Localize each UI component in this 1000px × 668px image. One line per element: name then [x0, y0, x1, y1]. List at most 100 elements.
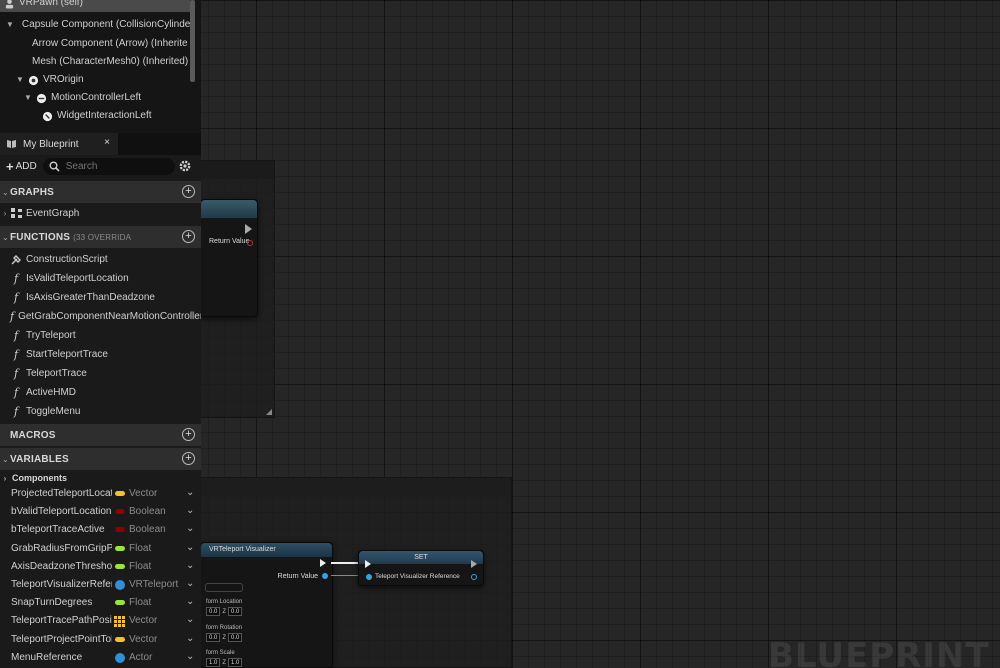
overridable-count[interactable]: (33 OVERRIDABLE)	[73, 233, 131, 242]
gear-icon[interactable]	[178, 159, 192, 173]
variable-item[interactable]: MenuReference Actor ⌄	[0, 649, 201, 667]
return-value-pin[interactable]	[322, 573, 328, 579]
function-item[interactable]: f GetGrabComponentNearMotionController	[0, 307, 201, 326]
chevron-down-icon[interactable]: ⌄	[186, 542, 194, 553]
variable-type[interactable]: Actor	[129, 652, 152, 663]
tree-item-label: Arrow Component (Arrow) (Inherited)	[32, 38, 188, 49]
chevron-down-icon[interactable]: ⌄	[186, 560, 194, 571]
variable-item[interactable]: AxisDeadzoneThreshold Float ⌄	[0, 558, 201, 576]
tree-item-vrpawn[interactable]: VRPawn (self)	[0, 0, 190, 12]
add-variable-icon[interactable]: +	[182, 452, 195, 465]
graph-item-eventgraph[interactable]: › EventGraph	[0, 204, 201, 223]
chevron-down-icon[interactable]: ⌄	[186, 596, 194, 607]
function-item[interactable]: ConstructionScript	[0, 250, 201, 269]
get-teleport-visualizer-node[interactable]: VRTeleport Visualizer Return Value form …	[200, 542, 333, 668]
variable-type[interactable]: VRTeleport	[129, 579, 178, 590]
function-item[interactable]: f TryTeleport	[0, 326, 201, 345]
rotation-z-input[interactable]: 0.0	[228, 633, 243, 642]
variable-item[interactable]: TeleportVisualizerReference VRTeleport ⌄	[0, 576, 201, 594]
variable-type[interactable]: Vector	[129, 488, 157, 499]
components-scrollbar[interactable]	[190, 0, 195, 82]
rotation-x-input[interactable]: 0.0	[206, 633, 221, 642]
function-icon: f	[13, 405, 19, 418]
variable-type[interactable]: Vector	[129, 615, 157, 626]
resize-grip-icon[interactable]	[266, 409, 272, 415]
tree-item-widgetinteractionleft[interactable]: WidgetInteractionLeft	[42, 107, 188, 125]
add-graph-icon[interactable]: +	[182, 185, 195, 198]
chevron-down-icon[interactable]: ⌄	[186, 505, 194, 516]
tab-my-blueprint[interactable]: My Blueprint ×	[0, 133, 118, 155]
function-item[interactable]: f IsAxisGreaterThanDeadzone	[0, 288, 201, 307]
chevron-right-icon[interactable]: ›	[1, 209, 9, 218]
chevron-down-icon[interactable]: ⌄	[186, 614, 194, 625]
exec-out-pin[interactable]	[471, 560, 477, 568]
variable-category-components[interactable]: › Components	[0, 470, 201, 486]
variable-type[interactable]: Boolean	[129, 524, 166, 535]
chevron-down-icon[interactable]: ⌄	[1, 233, 10, 242]
variable-type[interactable]: Float	[129, 597, 151, 608]
scale-z-input[interactable]: 1.0	[228, 658, 243, 667]
chevron-down-icon[interactable]: ⌄	[186, 523, 194, 534]
add-function-icon[interactable]: +	[182, 230, 195, 243]
function-item[interactable]: f TeleportTrace	[0, 364, 201, 383]
search-box[interactable]	[42, 157, 175, 175]
pawn-icon	[5, 0, 14, 9]
chevron-down-icon[interactable]: ▼	[16, 71, 24, 89]
output-pin[interactable]	[471, 574, 477, 580]
chevron-down-icon[interactable]: ⌄	[1, 455, 10, 464]
variable-type[interactable]: Vector	[129, 634, 157, 645]
variable-item[interactable]: TeleportTracePathPositions Vector ⌄	[0, 612, 201, 630]
chevron-down-icon[interactable]: ⌄	[186, 651, 194, 662]
return-value-label: Return Value	[209, 238, 250, 245]
function-item[interactable]: f ActiveHMD	[0, 383, 201, 402]
section-graphs[interactable]: ⌄ GRAPHS +	[0, 181, 201, 203]
close-icon[interactable]: ×	[104, 137, 110, 148]
tree-item-motioncontrollerleft[interactable]: ▼ MotionControllerLeft	[24, 89, 188, 107]
scale-x-input[interactable]: 1.0	[206, 658, 221, 667]
exec-in-pin[interactable]	[365, 560, 371, 568]
chevron-down-icon[interactable]: ⌄	[186, 487, 194, 498]
class-selector[interactable]	[205, 583, 243, 592]
input-pin[interactable]	[366, 574, 372, 580]
variable-name: bTeleportTraceActive	[11, 524, 105, 536]
exec-out-pin[interactable]	[245, 224, 252, 234]
variable-item[interactable]: ProjectedTeleportLocation Vector ⌄	[0, 485, 201, 503]
tree-item-label: MotionControllerLeft	[51, 92, 142, 103]
node-header: SET	[359, 551, 483, 564]
tree-item-capsule[interactable]: ▼ Capsule Component (CollisionCylinder)	[6, 16, 190, 34]
exec-out-pin[interactable]	[320, 559, 326, 567]
chevron-down-icon[interactable]: ⌄	[1, 188, 10, 197]
variable-type[interactable]: Float	[129, 561, 151, 572]
function-item[interactable]: f IsValidTeleportLocation	[0, 269, 201, 288]
location-z-input[interactable]: 0.0	[228, 607, 243, 616]
function-result-node[interactable]: Return Value	[200, 199, 258, 317]
tree-item-mesh[interactable]: Mesh (CharacterMesh0) (Inherited)	[28, 53, 188, 71]
variable-item[interactable]: GrabRadiusFromGripPosition Float ⌄	[0, 540, 201, 558]
function-item[interactable]: f StartTeleportTrace	[0, 345, 201, 364]
variable-item[interactable]: TeleportProjectPointToNavigationQueryExt…	[0, 631, 201, 649]
variable-type[interactable]: Float	[129, 543, 151, 554]
section-macros[interactable]: MACROS +	[0, 424, 201, 446]
section-functions[interactable]: ⌄ FUNCTIONS (33 OVERRIDABLE) +	[0, 226, 201, 248]
tree-item-vrorigin[interactable]: ▼ VROrigin	[16, 71, 188, 89]
section-variables[interactable]: ⌄ VARIABLES +	[0, 448, 201, 470]
section-title: GRAPHS	[10, 186, 54, 198]
set-variable-node[interactable]: SET Teleport Visualizer Reference	[358, 550, 484, 586]
variable-item[interactable]: bValidTeleportLocation Boolean ⌄	[0, 503, 201, 521]
add-button[interactable]: + ADD	[4, 157, 39, 175]
variable-type[interactable]: Boolean	[129, 506, 166, 517]
chevron-down-icon[interactable]: ▼	[6, 16, 14, 34]
function-item[interactable]: f ToggleMenu	[0, 402, 201, 421]
chevron-down-icon[interactable]: ⌄	[186, 578, 194, 589]
variable-item[interactable]: bTeleportTraceActive Boolean ⌄	[0, 521, 201, 539]
location-x-input[interactable]: 0.0	[206, 607, 221, 616]
return-value-pin[interactable]	[247, 240, 253, 246]
search-input[interactable]	[65, 160, 170, 172]
chevron-down-icon[interactable]: ▼	[24, 89, 32, 107]
tree-item-arrow[interactable]: Arrow Component (Arrow) (Inherited)	[28, 35, 188, 53]
chevron-down-icon[interactable]: ⌄	[186, 633, 194, 644]
variable-item[interactable]: SnapTurnDegrees Float ⌄	[0, 594, 201, 612]
chevron-right-icon[interactable]: ›	[1, 474, 9, 483]
object-type-icon	[115, 580, 125, 590]
add-macro-icon[interactable]: +	[182, 428, 195, 441]
